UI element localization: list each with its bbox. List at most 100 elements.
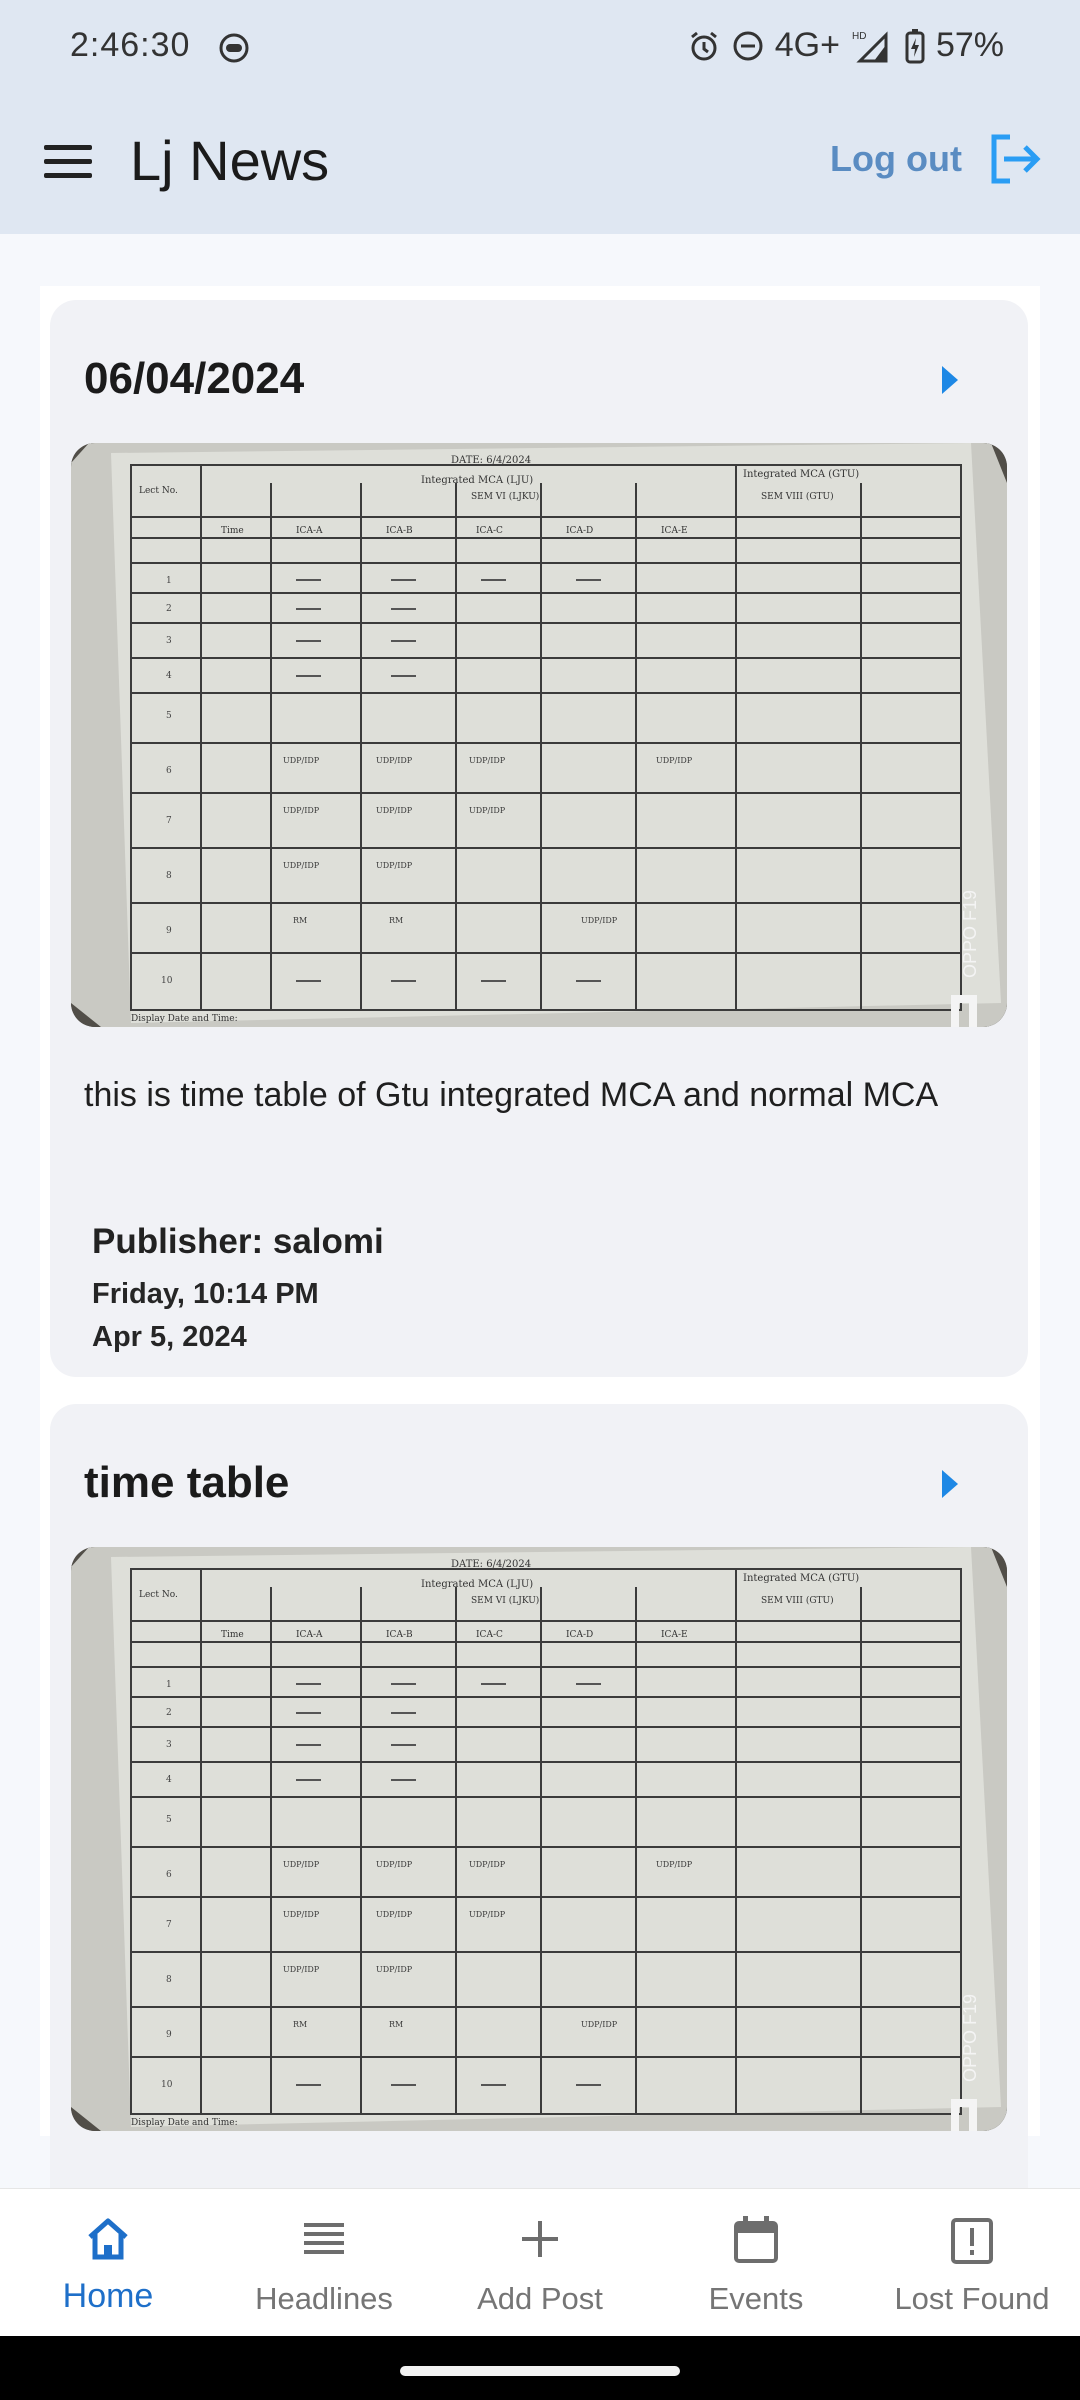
svg-text:RM: RM: [293, 916, 307, 925]
nav-headlines[interactable]: Headlines: [216, 2189, 432, 2337]
svg-text:10: 10: [161, 976, 173, 986]
nav-add-post[interactable]: Add Post: [432, 2189, 648, 2337]
logout-label: Log out: [830, 138, 962, 179]
screen: 2:46:30 4G+ HD 57% Lj News Log out 06/04…: [0, 0, 1080, 2400]
svg-text:3: 3: [166, 636, 172, 646]
photo-col-time: Time: [221, 1630, 244, 1640]
photo-col-ica-a: ICA-A: [296, 1630, 323, 1640]
photo-sem-mid: SEM VI (LJKU): [471, 1595, 539, 1606]
card-title: time table: [84, 1458, 290, 1507]
timetable-photo[interactable]: DATE: 6/4/2024 Integrated MCA (LJU) Inte…: [71, 1547, 1007, 2131]
status-bar: 2:46:30 4G+ HD 57%: [0, 0, 1080, 96]
svg-text:UDP/IDP: UDP/IDP: [283, 756, 320, 765]
photo-header-left: Integrated MCA (LJU): [421, 1579, 533, 1590]
photo-col-ica-d: ICA-D: [566, 526, 593, 536]
photo-watermark: OPPO F19: [960, 1994, 980, 2082]
svg-text:UDP/IDP: UDP/IDP: [283, 861, 320, 870]
calendar-icon: [734, 2216, 778, 2263]
signal-icon: HD: [852, 31, 888, 62]
svg-text:4: 4: [166, 1775, 172, 1785]
svg-text:UDP/IDP: UDP/IDP: [581, 2020, 618, 2029]
bottom-navigation: Home Headlines Add Post Events Lost Foun…: [0, 2188, 1080, 2336]
svg-text:9: 9: [166, 2030, 172, 2040]
svg-text:UDP/IDP: UDP/IDP: [283, 1910, 320, 1919]
svg-text:UDP/IDP: UDP/IDP: [656, 1860, 693, 1869]
photo-col-lect: Lect No.: [139, 1590, 178, 1600]
svg-text:3: 3: [166, 1740, 172, 1750]
photo-col-ica-b: ICA-B: [386, 526, 413, 536]
clipboard-alert-icon: [951, 2218, 993, 2264]
home-gesture-handle[interactable]: [400, 2366, 680, 2376]
nav-lost-found[interactable]: Lost Found: [864, 2189, 1080, 2337]
svg-text:RM: RM: [293, 2020, 307, 2029]
photo-header-right: Integrated MCA (GTU): [743, 469, 859, 480]
alarm-icon: [690, 31, 717, 60]
do-not-disturb-icon: [733, 31, 763, 60]
plus-icon: [522, 2221, 558, 2257]
svg-text:UDP/IDP: UDP/IDP: [376, 861, 413, 870]
photo-col-ica-c: ICA-C: [476, 526, 503, 536]
svg-text:4: 4: [166, 671, 172, 681]
svg-text:8: 8: [166, 1975, 172, 1985]
svg-text:UDP/IDP: UDP/IDP: [376, 756, 413, 765]
photo-date-text: DATE: 6/4/2024: [451, 1559, 531, 1570]
svg-text:UDP/IDP: UDP/IDP: [469, 1860, 506, 1869]
card-title: 06/04/2024: [84, 354, 305, 403]
nav-label-headlines: Headlines: [255, 2281, 393, 2316]
app-bar: Lj News Log out: [0, 96, 1080, 234]
photo-sem-right: SEM VIII (GTU): [761, 1595, 834, 1606]
photo-col-time: Time: [221, 526, 244, 536]
svg-text:1: 1: [166, 1680, 172, 1690]
svg-text:2: 2: [166, 1708, 172, 1718]
svg-text:UDP/IDP: UDP/IDP: [469, 806, 506, 815]
status-time: 2:46:30: [70, 26, 191, 64]
svg-text:UDP/IDP: UDP/IDP: [376, 1910, 413, 1919]
photo-col-ica-e: ICA-E: [661, 526, 688, 536]
gesture-navigation-bar: [0, 2336, 1080, 2400]
assistant-face-icon: [219, 33, 249, 63]
news-feed[interactable]: 06/04/2024 DATE: 6/4/2024 Integrated MCA…: [0, 234, 1080, 2188]
photo-footer: Display Date and Time:: [131, 1014, 238, 1024]
svg-text:UDP/IDP: UDP/IDP: [283, 806, 320, 815]
nav-events[interactable]: Events: [648, 2189, 864, 2337]
news-card[interactable]: time table DATE: 6/4/2024 Integrated MCA…: [50, 1404, 1028, 2188]
logout-icon: [991, 134, 1041, 184]
svg-text:6: 6: [166, 766, 172, 776]
publisher-name: Publisher: salomi: [92, 1222, 384, 1261]
svg-text:UDP/IDP: UDP/IDP: [283, 1965, 320, 1974]
svg-text:6: 6: [166, 1870, 172, 1880]
card-description: this is time table of Gtu integrated MCA…: [84, 1076, 939, 1114]
news-card[interactable]: 06/04/2024 DATE: 6/4/2024 Integrated MCA…: [50, 300, 1028, 1377]
list-icon: [304, 2223, 344, 2254]
nav-label-events: Events: [708, 2281, 804, 2316]
photo-sem-right: SEM VIII (GTU): [761, 491, 834, 502]
svg-text:UDP/IDP: UDP/IDP: [581, 916, 618, 925]
home-icon: [88, 2218, 128, 2260]
network-type: 4G+: [774, 26, 840, 64]
hamburger-menu-icon[interactable]: [44, 138, 100, 188]
svg-text:UDP/IDP: UDP/IDP: [376, 1860, 413, 1869]
play-arrow-icon[interactable]: [940, 1468, 960, 1500]
svg-text:UDP/IDP: UDP/IDP: [376, 1965, 413, 1974]
svg-text:5: 5: [166, 1815, 172, 1825]
logout-button[interactable]: Log out: [830, 134, 1042, 184]
play-arrow-icon[interactable]: [940, 364, 960, 396]
nav-home[interactable]: Home: [0, 2189, 216, 2337]
status-indicators: 4G+ HD 57%: [687, 26, 1004, 65]
nav-label-home: Home: [62, 2277, 154, 2315]
nav-label-lost-found: Lost Found: [894, 2281, 1050, 2316]
timetable-photo[interactable]: DATE: 6/4/2024 Integrated MCA (LJU) Inte…: [71, 443, 1007, 1027]
photo-sem-mid: SEM VI (LJKU): [471, 491, 539, 502]
svg-text:7: 7: [166, 816, 172, 826]
photo-header-left: Integrated MCA (LJU): [421, 475, 533, 486]
svg-text:UDP/IDP: UDP/IDP: [469, 756, 506, 765]
photo-col-lect: Lect No.: [139, 486, 178, 496]
photo-header-right: Integrated MCA (GTU): [743, 1573, 859, 1584]
svg-text:RM: RM: [389, 916, 403, 925]
battery-level: 57%: [935, 26, 1004, 64]
photo-col-ica-c: ICA-C: [476, 1630, 503, 1640]
svg-text:8: 8: [166, 871, 172, 881]
photo-footer: Display Date and Time:: [131, 2118, 238, 2128]
svg-text:9: 9: [166, 926, 172, 936]
svg-text:1: 1: [166, 576, 172, 586]
